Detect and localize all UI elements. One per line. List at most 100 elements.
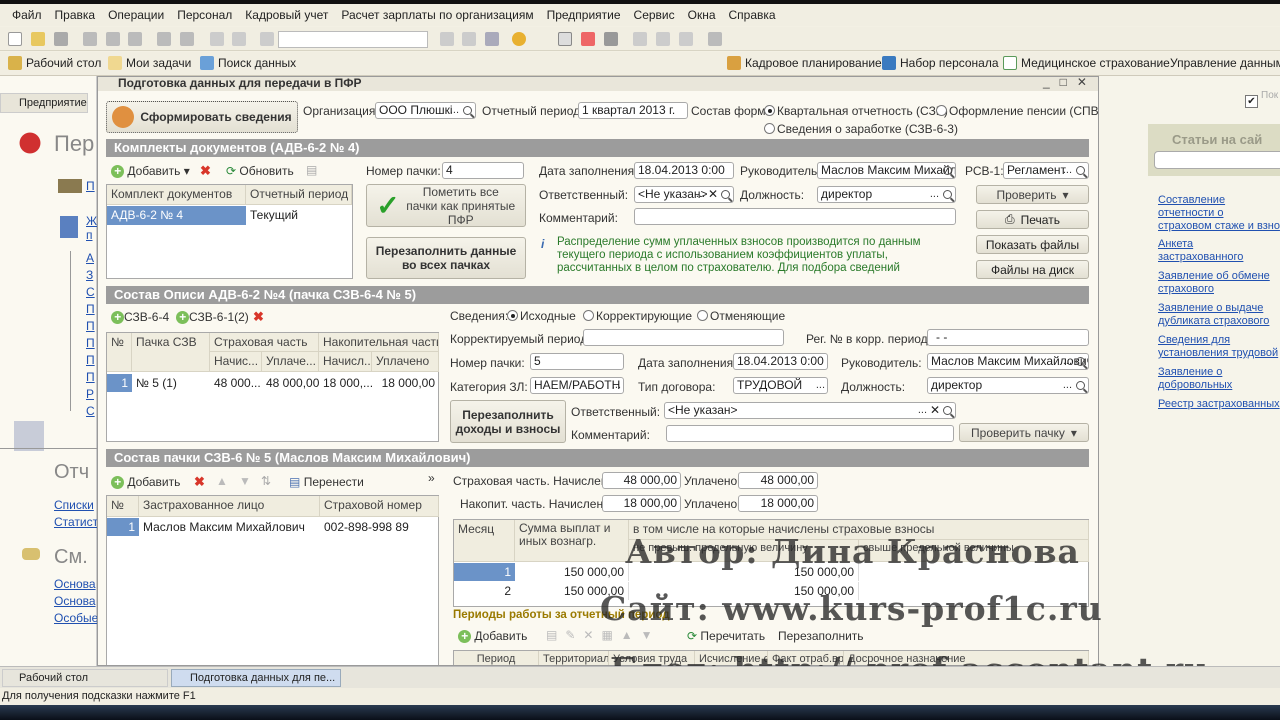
paste-icon[interactable] [128, 32, 142, 46]
panel-desktop[interactable]: Рабочий стол [8, 56, 101, 70]
panel-recruitment[interactable]: Набор персонала [882, 56, 999, 70]
table-cell[interactable]: 18 000,00 [372, 374, 439, 392]
see-link[interactable]: Основа [54, 594, 96, 608]
sidebar-link[interactable]: п [86, 228, 93, 242]
sidebar-link[interactable]: П [86, 319, 95, 333]
date-field[interactable]: 18.04.2013 0:00 [733, 353, 828, 370]
column-header[interactable]: Уплаче... [262, 352, 319, 372]
pack-number-field[interactable]: 4 [442, 162, 524, 179]
table-cell[interactable]: 150 000,00 [515, 563, 629, 581]
sidebar-link[interactable]: С [86, 404, 95, 418]
see-link[interactable]: Особые [54, 611, 98, 625]
responsible-field[interactable]: <Не указан>... ✕ [634, 186, 734, 203]
column-header[interactable]: Застрахованное лицо [139, 496, 320, 517]
search-input[interactable] [278, 31, 428, 48]
column-header[interactable]: Уплачено [372, 352, 439, 372]
sidebar-link[interactable]: З [86, 268, 93, 282]
report-link[interactable]: Списки [54, 498, 94, 512]
menu-operations[interactable]: Операции [108, 8, 164, 22]
accumulative-paid-field[interactable]: 18 000,00 [738, 495, 818, 512]
search-icon[interactable] [943, 406, 952, 415]
article-link[interactable]: Сведения для установления трудовой пенси… [1158, 334, 1280, 361]
find-prev-icon[interactable] [462, 32, 476, 46]
responsible-field[interactable]: <Не указан>... ✕ [664, 402, 956, 419]
sidebar-link[interactable]: Ж [86, 214, 97, 228]
head-field[interactable]: Маслов Максим Михайлович... [817, 162, 956, 179]
insured-persons-table[interactable]: № Застрахованное лицо Страховой номер 1 … [106, 495, 439, 665]
sidebar-link[interactable]: А [86, 251, 94, 265]
accumulative-accrued-field[interactable]: 18 000,00 [602, 495, 681, 512]
position-field[interactable]: директор... [927, 377, 1089, 394]
menu-windows[interactable]: Окна [688, 8, 716, 22]
find-next-icon[interactable] [440, 32, 454, 46]
preview-icon[interactable] [180, 32, 194, 46]
add-szv-6-1-button[interactable]: + СЗВ-6-1(2) [176, 310, 249, 324]
position-field[interactable]: директор... [817, 186, 956, 203]
search-icon[interactable] [943, 166, 952, 175]
select-button[interactable]: ... [918, 403, 927, 418]
radio-original[interactable]: Исходные [507, 309, 576, 323]
search-icon[interactable] [1076, 166, 1085, 175]
table-cell[interactable]: Текущий [246, 206, 352, 225]
column-header[interactable]: Комплект документов [107, 185, 246, 205]
contract-field[interactable]: ТРУДОВОЙ... [733, 377, 828, 394]
menu-payroll[interactable]: Расчет зарплаты по организациям [341, 8, 533, 22]
calculator-icon[interactable] [558, 32, 572, 46]
radio-cancelling[interactable]: Отменяющие [697, 309, 785, 323]
table-cell[interactable]: 002-898-998 89 [320, 518, 439, 536]
delete-icon[interactable]: ✖ [200, 163, 211, 179]
column-header[interactable]: Территориал... [539, 651, 609, 665]
sort-icon[interactable]: ⇅ [261, 474, 271, 488]
column-header[interactable]: Сумма выплат и иных вознагр. [515, 520, 629, 562]
window-controls[interactable]: _□✕ [1043, 77, 1097, 89]
users-icon[interactable] [604, 32, 618, 46]
articles-search-input[interactable] [1154, 151, 1280, 169]
column-header[interactable]: Начис... [210, 352, 262, 372]
column-header[interactable]: Отчетный период [246, 185, 352, 205]
print-icon[interactable] [157, 32, 171, 46]
reg-number-field[interactable]: - - [927, 329, 1089, 346]
search-icon[interactable] [463, 106, 472, 115]
menu-file[interactable]: Файл [12, 8, 42, 22]
menu-hr[interactable]: Кадровый учет [245, 8, 328, 22]
clear-icon[interactable]: ✕ [708, 187, 718, 202]
menu-service[interactable]: Сервис [634, 8, 675, 22]
menu-enterprise[interactable]: Предприятие [547, 8, 621, 22]
table-cell[interactable]: 18 000,... [319, 374, 372, 392]
comment-field[interactable] [634, 208, 956, 225]
table-cell[interactable]: 1 [107, 374, 132, 392]
radio-quarterly[interactable]: Квартальная отчетность (СЗВ) [764, 104, 948, 118]
article-link[interactable]: Заявление о добровольных страховых взнос… [1158, 366, 1280, 393]
doc-sets-table[interactable]: Комплект документов Отчетный период АДВ-… [106, 184, 353, 279]
table-cell[interactable]: Маслов Максим Михайлович [139, 518, 320, 536]
search-icon[interactable] [260, 32, 274, 46]
redo-icon[interactable] [232, 32, 246, 46]
column-header[interactable]: Накопительная часть [319, 333, 439, 352]
select-button[interactable]: ... [612, 378, 621, 393]
report-link[interactable]: Статист [54, 515, 98, 529]
column-header[interactable]: № [107, 496, 139, 517]
select-button[interactable]: ... [1063, 354, 1072, 369]
search-icon[interactable] [943, 190, 952, 199]
table-cell[interactable]: 1 [454, 563, 515, 581]
article-link[interactable]: Заявление об обмене страхового свидетель… [1158, 270, 1280, 297]
column-header[interactable]: Начисл... [319, 352, 372, 372]
radio-corrective[interactable]: Корректирующие [583, 309, 692, 323]
column-header[interactable]: № [107, 333, 132, 372]
period-edit-icons[interactable]: ▤✎✕▦▲▼ [546, 628, 661, 642]
insurance-paid-field[interactable]: 48 000,00 [738, 472, 818, 489]
print-button[interactable]: ⎙ Печать [976, 210, 1089, 229]
pack-number-field[interactable]: 5 [530, 353, 624, 370]
document-icon[interactable]: ▤ [306, 163, 317, 177]
sidebar-link[interactable]: Р [86, 387, 94, 401]
check-pack-button[interactable]: Проверить пачку ▾ [959, 423, 1089, 442]
new-icon[interactable] [8, 32, 22, 46]
select-button[interactable]: ... [450, 103, 459, 118]
m-plus-icon[interactable] [656, 32, 670, 46]
add-button[interactable]: + Добавить [111, 475, 180, 489]
delete-icon[interactable]: ✖ [253, 309, 264, 325]
column-header[interactable]: Период [454, 651, 539, 665]
menu-help[interactable]: Справка [729, 8, 776, 22]
table-cell[interactable]: 48 000... [210, 374, 262, 392]
period-add-button[interactable]: + Добавить [458, 629, 527, 643]
